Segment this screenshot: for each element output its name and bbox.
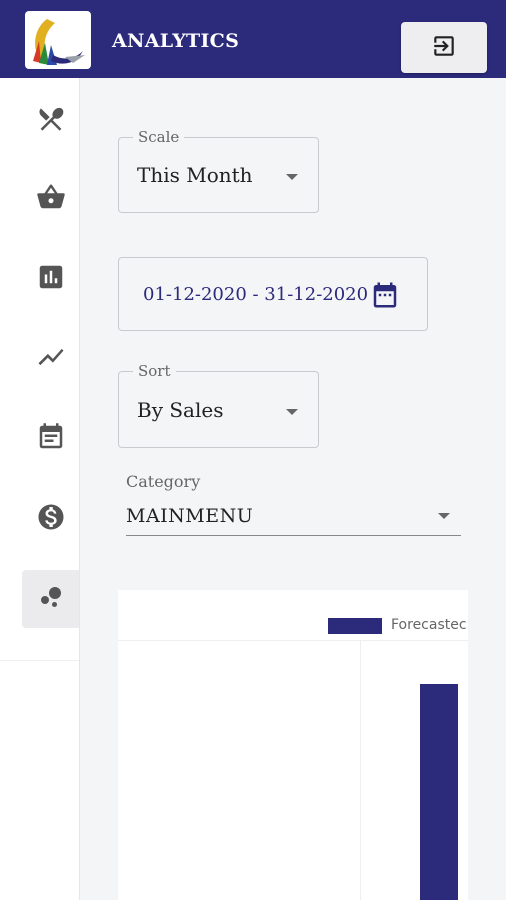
- category-underline: [126, 535, 461, 536]
- legend-swatch[interactable]: [328, 618, 382, 634]
- chart-bar: [420, 684, 458, 900]
- calendar-note-icon: [36, 422, 66, 456]
- chevron-down-icon: [286, 409, 298, 415]
- scale-value: This Month: [137, 163, 253, 187]
- trending-icon: [36, 342, 66, 376]
- sidebar-item-schedule[interactable]: [22, 410, 79, 468]
- logout-button[interactable]: [401, 22, 487, 73]
- sidebar-item-finance[interactable]: [22, 490, 79, 548]
- date-range-picker[interactable]: 01-12-2020 - 31-12-2020: [118, 257, 428, 331]
- page-title: ANALYTICS: [112, 30, 240, 52]
- bar-chart-icon: [36, 262, 66, 296]
- app-header: ANALYTICS: [0, 0, 506, 78]
- chart-gridline: [360, 640, 361, 900]
- chevron-down-icon: [438, 513, 450, 519]
- calendar-icon[interactable]: [370, 280, 400, 314]
- chart-gridline: [118, 640, 468, 641]
- sidebar-divider: [0, 660, 79, 661]
- sidebar-item-menu[interactable]: [22, 92, 79, 150]
- chevron-down-icon: [286, 174, 298, 180]
- basket-icon: [36, 182, 66, 216]
- sort-label: Sort: [133, 362, 176, 380]
- restaurant-icon: [36, 104, 66, 138]
- sort-select[interactable]: Sort By Sales: [118, 362, 319, 448]
- date-range-value: 01-12-2020 - 31-12-2020: [143, 284, 369, 305]
- sidebar-item-analytics[interactable]: [22, 570, 79, 628]
- sidebar-item-reports[interactable]: [22, 250, 79, 308]
- scale-select[interactable]: Scale This Month: [118, 128, 319, 213]
- dollar-icon: [36, 502, 66, 536]
- legend-label[interactable]: Forecastec: [391, 617, 467, 633]
- category-label: Category: [126, 472, 201, 491]
- sidebar-item-trends[interactable]: [22, 330, 79, 388]
- scale-label: Scale: [133, 128, 185, 146]
- exit-to-app-icon: [431, 33, 457, 63]
- sidebar: [0, 78, 80, 900]
- app-logo-icon: [25, 11, 91, 69]
- sidebar-item-orders[interactable]: [22, 170, 79, 228]
- bubble-chart-icon: [36, 582, 66, 616]
- forecast-chart: Forecastec: [118, 590, 468, 900]
- category-value: MAINMENU: [126, 505, 254, 527]
- sort-value: By Sales: [137, 398, 224, 422]
